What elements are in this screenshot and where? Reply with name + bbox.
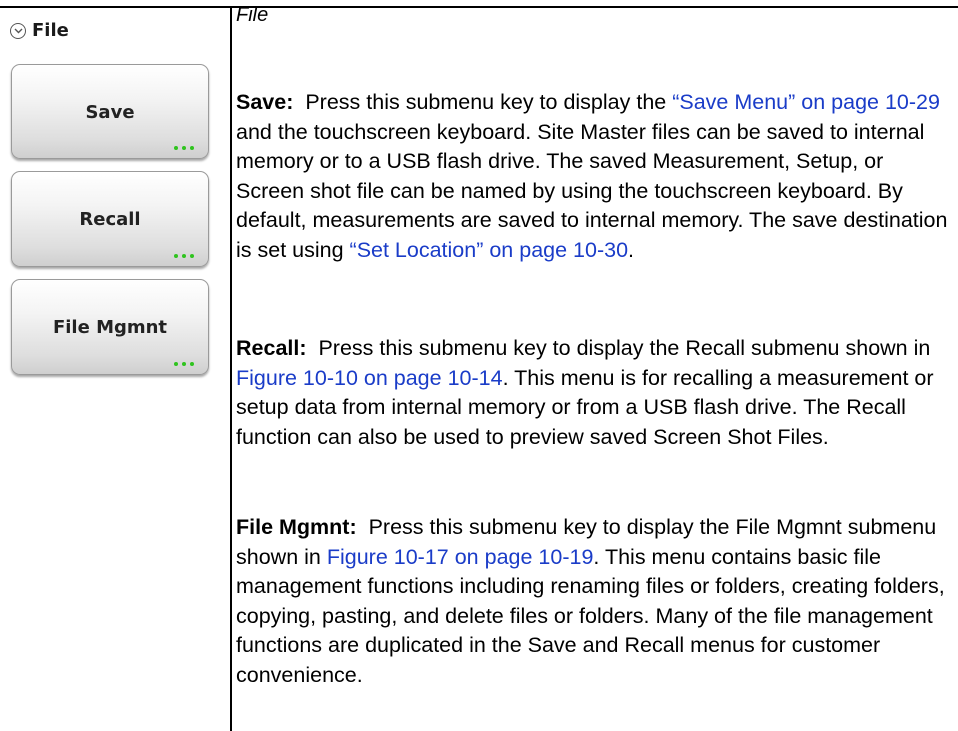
more-dots-icon [174, 362, 194, 366]
column-divider [230, 6, 232, 731]
recall-key-button[interactable]: Recall [11, 171, 209, 267]
key-label: Recall [79, 209, 141, 230]
file-mgmnt-term: File Mgmnt: [236, 515, 357, 539]
chevron-down-icon [10, 22, 26, 39]
save-key-button[interactable]: Save [11, 64, 209, 159]
save-text-3: . [628, 237, 635, 262]
save-text-1: Press this submenu key to display the [305, 90, 673, 114]
figure-10-17-link[interactable]: Figure 10-17 on page 10-19 [327, 545, 594, 569]
table-top-rule [0, 6, 958, 8]
file-menu-header[interactable]: File [10, 20, 69, 41]
save-description: Save: Press this submenu key to display … [236, 88, 956, 265]
more-dots-icon [174, 254, 194, 258]
figure-10-10-link[interactable]: Figure 10-10 on page 10-14 [236, 366, 503, 390]
recall-term: Recall: [236, 336, 307, 360]
file-mgmnt-key-button[interactable]: File Mgmnt [11, 279, 209, 375]
recall-description: Recall: Press this submenu key to displa… [236, 334, 956, 452]
set-location-link[interactable]: “Set Location” on page 10-30 [350, 238, 629, 262]
column-heading: File [236, 4, 269, 26]
save-term: Save: [236, 90, 294, 114]
recall-text-1: Press this submenu key to display the Re… [318, 336, 931, 360]
file-mgmnt-description: File Mgmnt: Press this submenu key to di… [236, 513, 956, 690]
key-label: File Mgmnt [52, 317, 168, 338]
more-dots-icon [174, 146, 194, 150]
save-menu-link[interactable]: “Save Menu” on page 10-29 [672, 90, 940, 114]
key-label: Save [85, 102, 135, 123]
menu-title: File [32, 20, 69, 41]
